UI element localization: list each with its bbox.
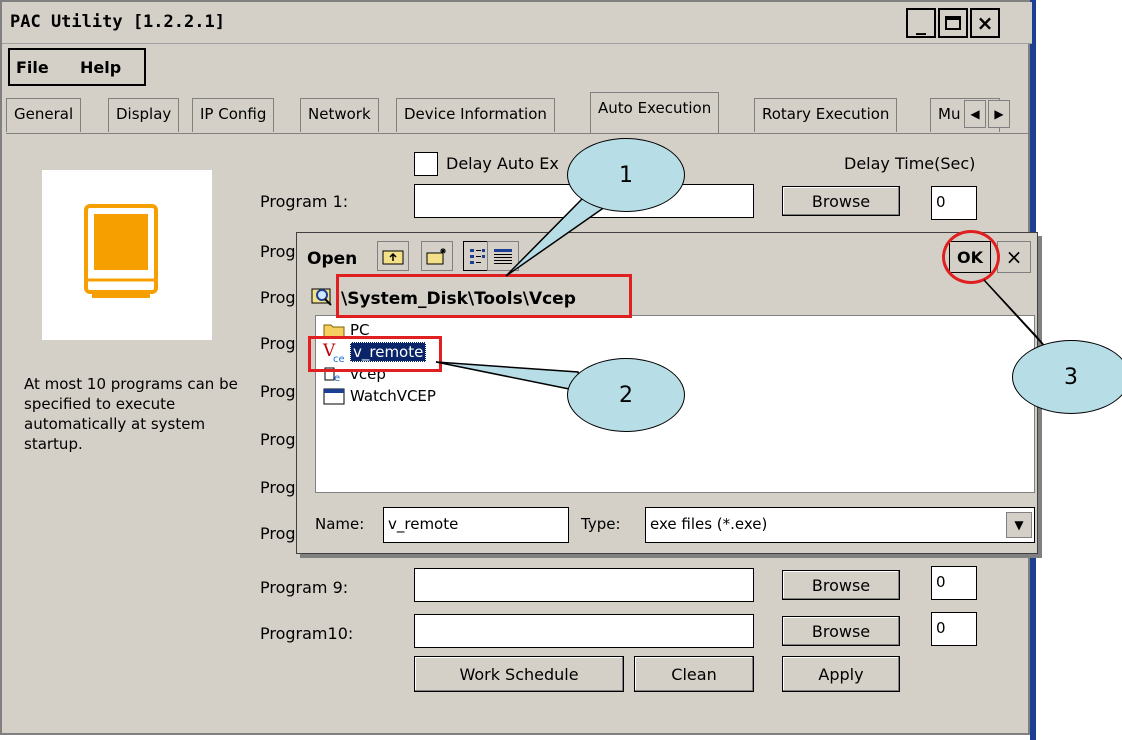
callout-3: 3 (1012, 340, 1122, 414)
callout-2: 2 (567, 358, 685, 432)
callout-pointers (435, 195, 1049, 393)
callout-1: 1 (567, 138, 685, 212)
